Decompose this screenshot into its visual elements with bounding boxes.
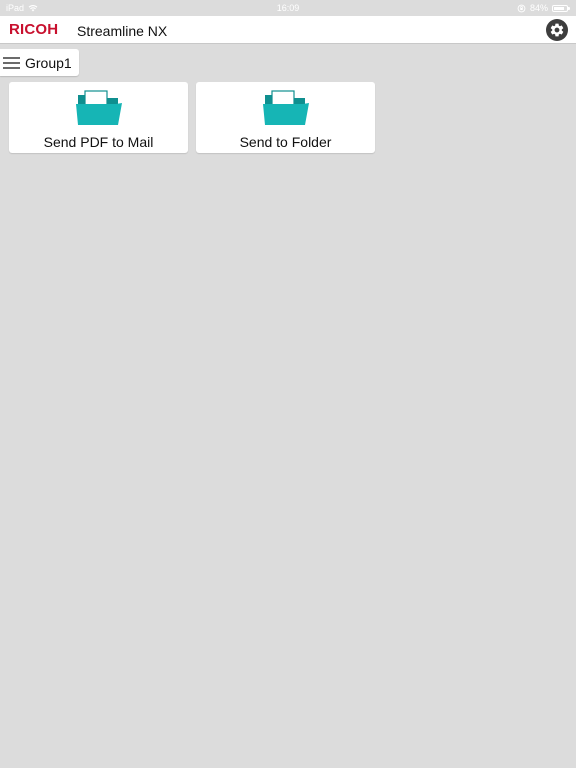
tile-send-to-folder[interactable]: Send to Folder	[196, 82, 375, 153]
battery-level-fill	[554, 6, 564, 10]
battery-percentage: 84%	[529, 3, 548, 13]
tile-send-pdf-to-mail[interactable]: Send PDF to Mail	[9, 82, 188, 153]
status-bar: iPad 16:09 84%	[0, 0, 576, 16]
app-header: RICOH Streamline NX	[0, 16, 576, 44]
folder-icon	[263, 90, 309, 125]
hamburger-menu-icon	[3, 57, 20, 69]
battery-icon	[552, 4, 570, 12]
group-selector-button[interactable]: Group1	[0, 49, 79, 76]
tile-label: Send PDF to Mail	[43, 134, 154, 150]
tile-label: Send to Folder	[239, 134, 332, 150]
folder-icon	[76, 90, 122, 125]
group-label: Group1	[25, 55, 72, 71]
settings-button[interactable]	[546, 19, 568, 41]
status-right: 84%	[517, 0, 570, 16]
gear-icon	[550, 23, 564, 37]
orientation-lock-icon	[517, 4, 526, 12]
app-title: Streamline NX	[77, 23, 168, 39]
ricoh-logo: RICOH	[9, 21, 59, 38]
status-time: 16:09	[276, 3, 300, 13]
